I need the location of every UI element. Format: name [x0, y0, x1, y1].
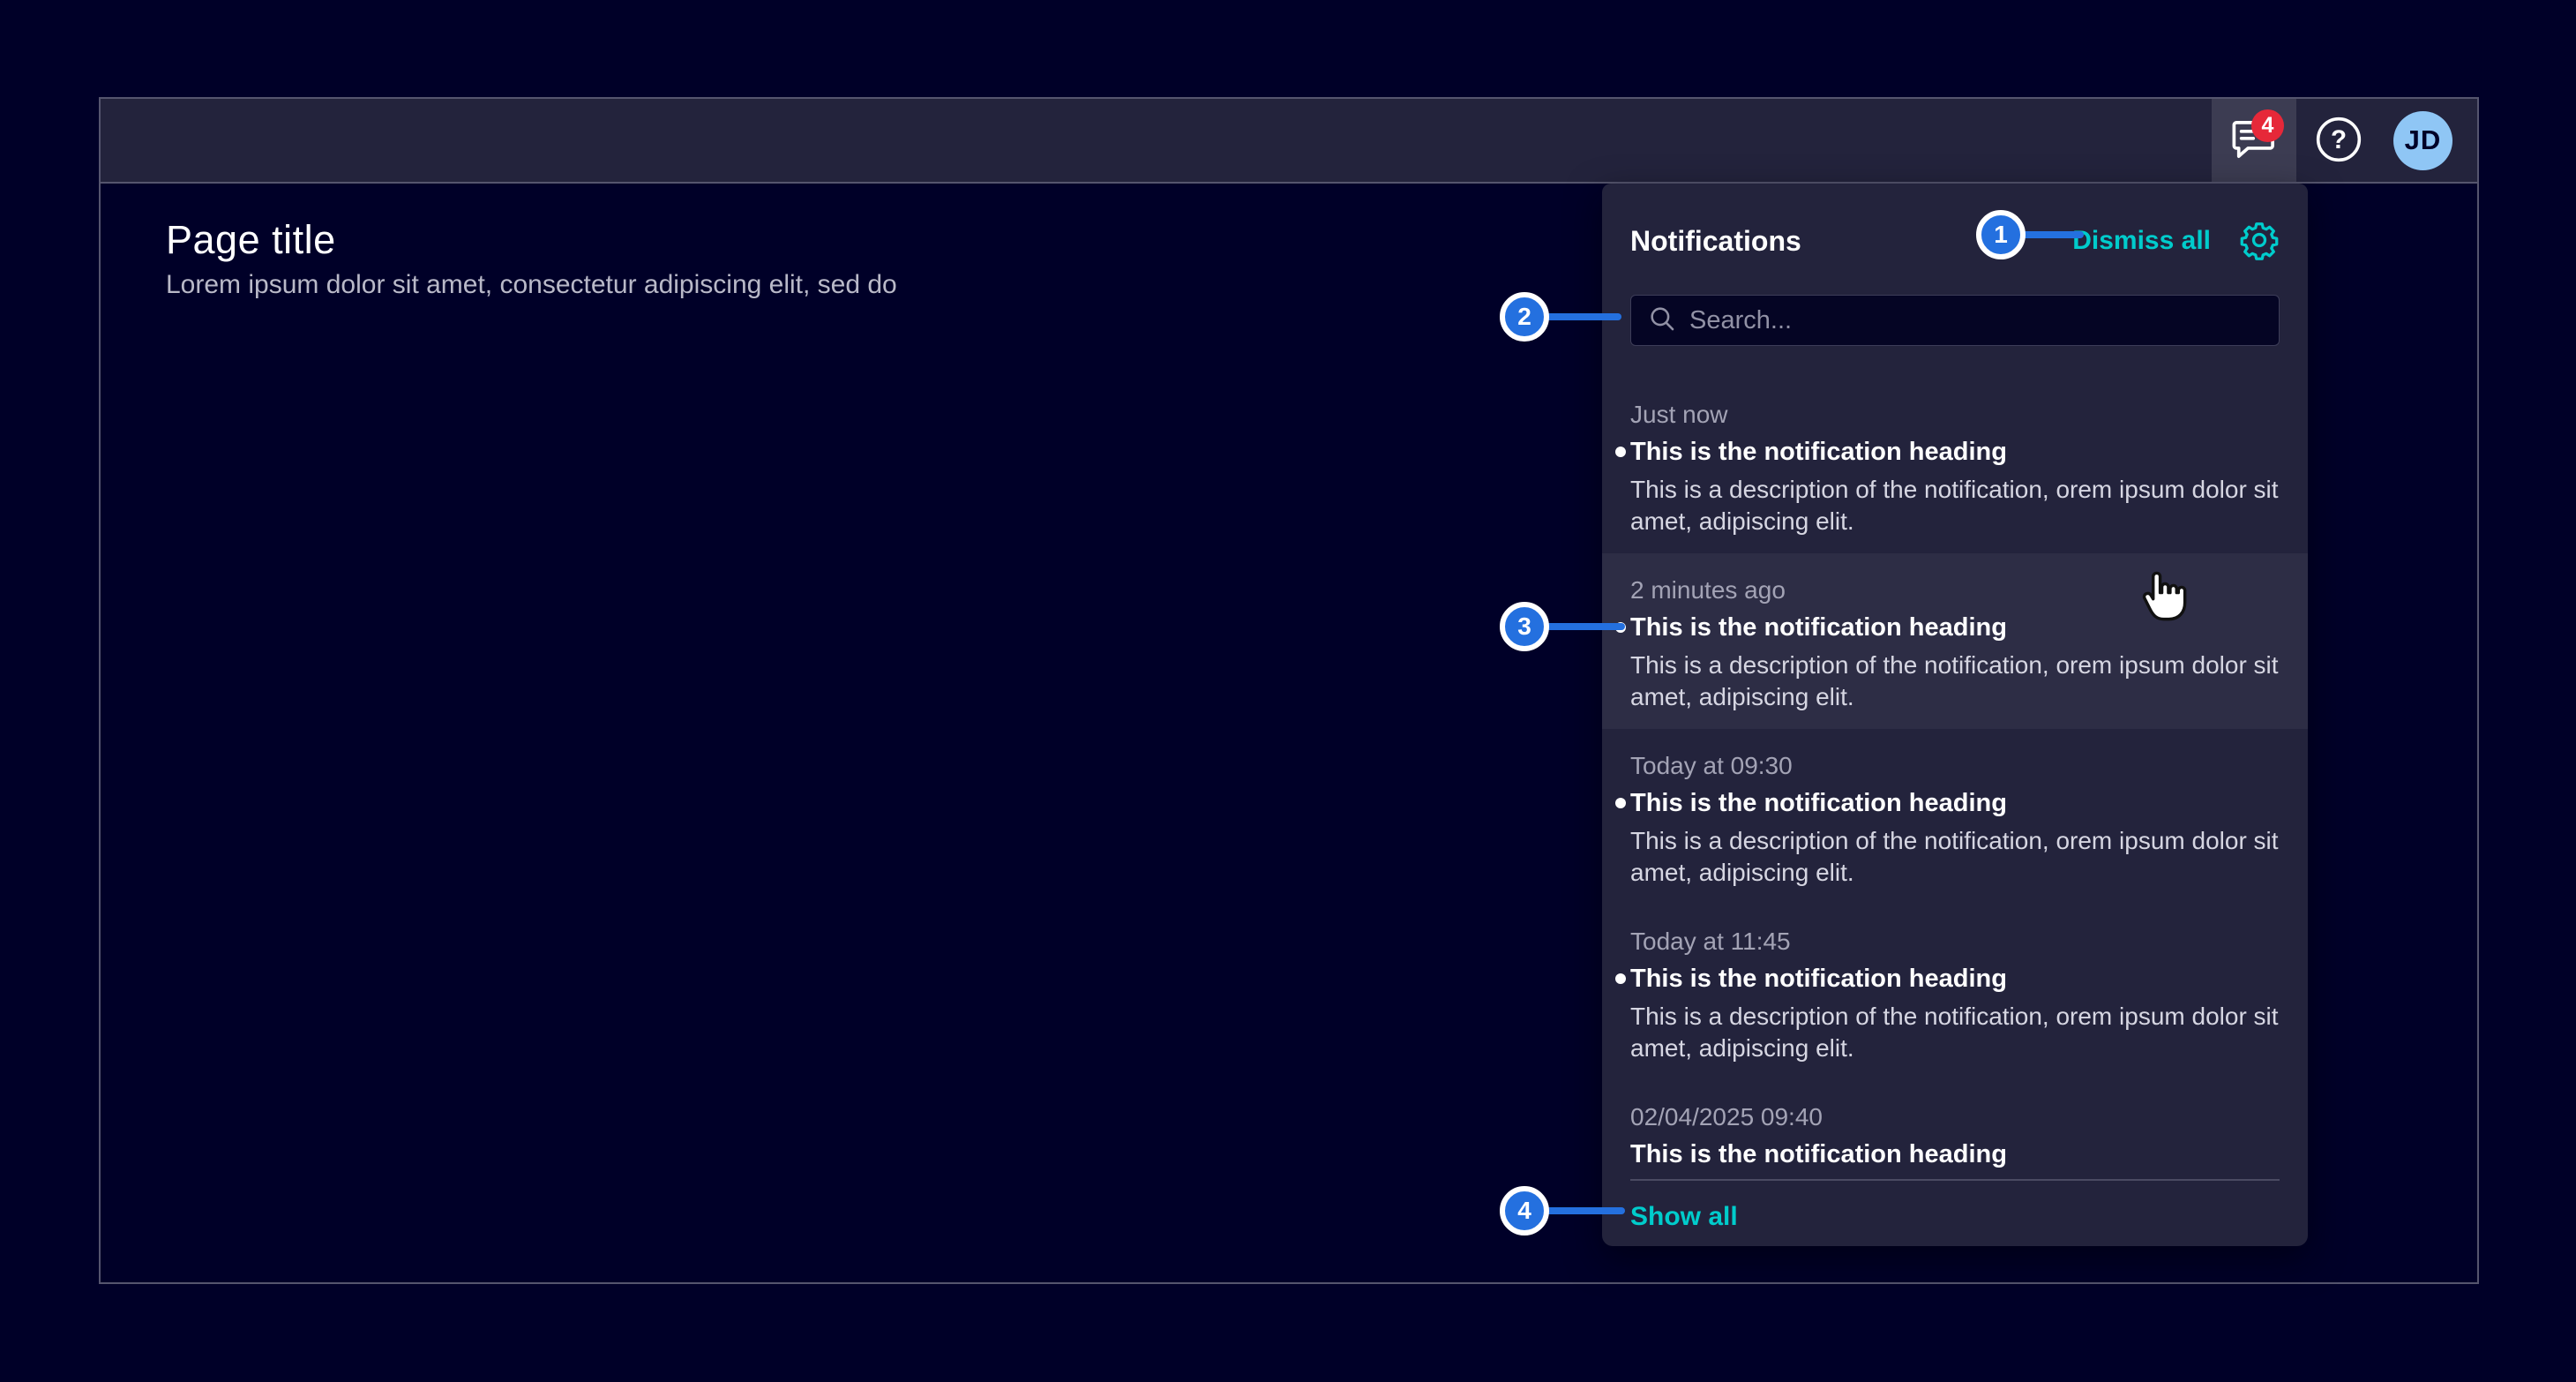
topbar-actions: 4 ? JD: [2212, 99, 2477, 182]
search-icon: [1647, 304, 1677, 338]
page-title: Page title: [166, 217, 336, 263]
notification-item[interactable]: Today at 11:45 This is the notification …: [1602, 905, 2308, 1080]
notification-description: This is a description of the notificatio…: [1630, 825, 2280, 889]
callout-1-line: [2020, 231, 2084, 238]
notification-item[interactable]: Just now This is the notification headin…: [1602, 378, 2308, 553]
unread-dot-icon: [1615, 973, 1626, 984]
search-input[interactable]: [1689, 306, 2263, 335]
dismiss-all-button[interactable]: Dismiss all: [2072, 226, 2211, 256]
panel-header-actions: Dismiss all: [2072, 220, 2280, 263]
notification-timestamp: Just now: [1630, 401, 2280, 429]
svg-text:?: ?: [2331, 125, 2347, 154]
help-icon: ?: [2314, 115, 2363, 167]
notification-heading: This is the notification heading: [1630, 1138, 2280, 1170]
page-subtitle: Lorem ipsum dolor sit amet, consectetur …: [166, 270, 897, 300]
callout-1: 1: [1976, 210, 2026, 259]
notification-item[interactable]: 02/04/2025 09:40 This is the notificatio…: [1602, 1080, 2308, 1170]
notification-description: This is a description of the notificatio…: [1630, 474, 2280, 537]
notification-heading: This is the notification heading: [1630, 787, 2280, 819]
notifications-button[interactable]: 4: [2212, 99, 2296, 182]
notification-count-badge: 4: [2251, 109, 2284, 142]
notifications-panel-header: Notifications Dismiss all: [1602, 222, 2308, 259]
callout-3: 3: [1500, 602, 1549, 651]
callout-4-line: [1544, 1207, 1625, 1214]
panel-divider: [1630, 1179, 2280, 1181]
notification-timestamp: Today at 09:30: [1630, 752, 2280, 780]
notification-timestamp: 02/04/2025 09:40: [1630, 1103, 2280, 1131]
settings-button[interactable]: [2239, 220, 2280, 263]
notification-description: This is a description of the notificatio…: [1630, 650, 2280, 713]
avatar[interactable]: JD: [2393, 111, 2452, 170]
unread-dot-icon: [1615, 447, 1626, 457]
notification-timestamp: Today at 11:45: [1630, 928, 2280, 956]
notification-heading: This is the notification heading: [1630, 436, 2280, 468]
notifications-panel: Notifications Dismiss all: [1602, 184, 2308, 1246]
search-box: [1630, 295, 2280, 346]
notification-item[interactable]: Today at 09:30 This is the notification …: [1602, 729, 2308, 905]
notification-list: Just now This is the notification headin…: [1602, 378, 2308, 1170]
callout-3-line: [1544, 623, 1625, 630]
show-all-button[interactable]: Show all: [1630, 1202, 1738, 1232]
unread-dot-icon: [1615, 798, 1626, 808]
notification-description: This is a description of the notificatio…: [1630, 1001, 2280, 1064]
notification-heading: This is the notification heading: [1630, 963, 2280, 995]
callout-4: 4: [1500, 1186, 1549, 1236]
callout-2-line: [1544, 313, 1621, 320]
gear-icon: [2239, 220, 2280, 263]
top-bar: 4 ? JD: [101, 99, 2477, 184]
notification-item[interactable]: 2 minutes ago This is the notification h…: [1602, 553, 2308, 729]
help-button[interactable]: ?: [2296, 99, 2381, 182]
mouse-cursor-icon: [2138, 568, 2191, 629]
callout-2: 2: [1500, 292, 1549, 342]
notifications-title: Notifications: [1630, 225, 1801, 258]
